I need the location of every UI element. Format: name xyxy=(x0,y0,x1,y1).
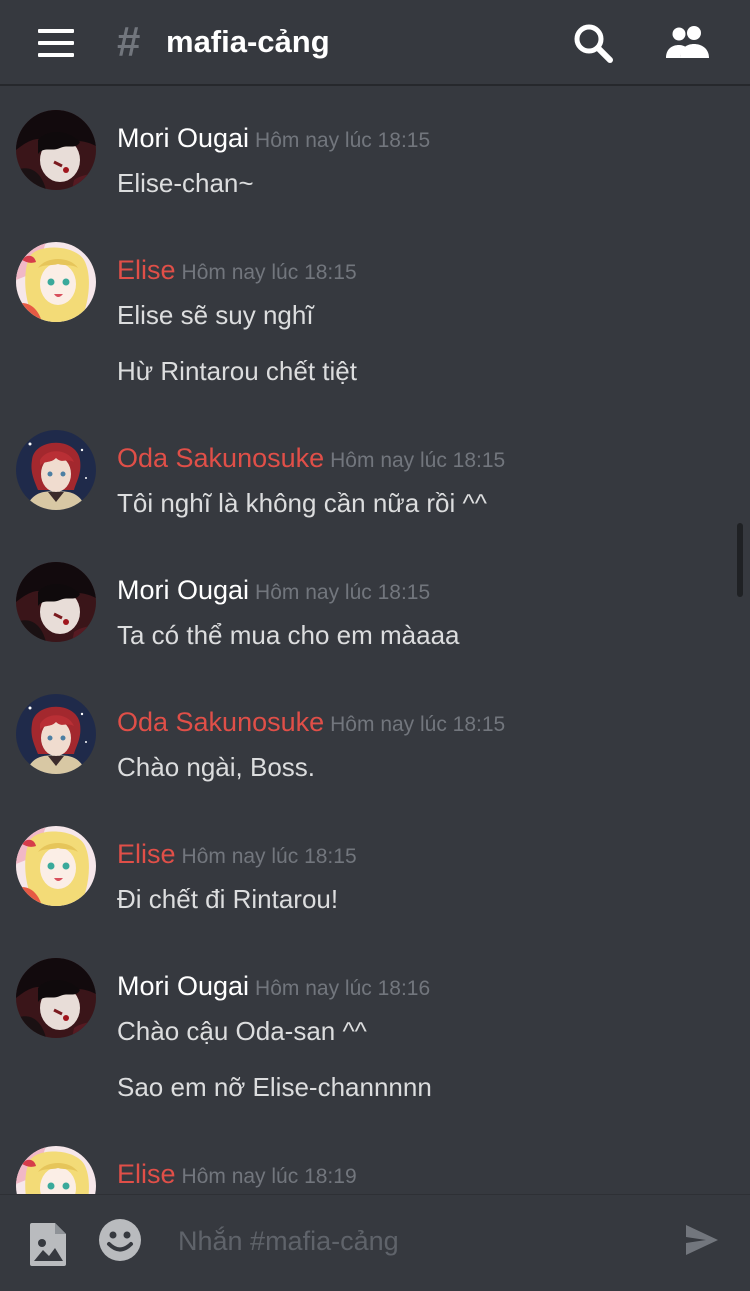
message-text: Chào ngài, Boss. xyxy=(117,752,316,782)
message-text: Elise-chan~ xyxy=(117,168,254,198)
timestamp: Hôm nay lúc 18:15 xyxy=(181,845,357,868)
channel-title: mafia-cảng xyxy=(166,24,330,59)
message-list[interactable]: Mori Ougai Hôm nay lúc 18:15 Elise-chan~ El… xyxy=(0,88,750,1194)
avatar[interactable] xyxy=(16,562,96,642)
author-name[interactable]: Oda Sakunosuke xyxy=(117,443,324,473)
avatar[interactable] xyxy=(16,110,96,190)
hamburger-menu-icon[interactable] xyxy=(38,29,74,57)
members-icon[interactable] xyxy=(664,20,712,66)
message-header: Oda Sakunosuke Hôm nay lúc 18:15 xyxy=(117,440,505,476)
search-icon[interactable] xyxy=(570,20,618,66)
message-text: Hừ Rintarou chết tiệt xyxy=(117,356,357,386)
message-header: Elise Hôm nay lúc 18:19 xyxy=(117,1156,357,1192)
timestamp: Hôm nay lúc 18:15 xyxy=(181,261,357,284)
avatar[interactable] xyxy=(16,958,96,1038)
avatar[interactable] xyxy=(16,826,96,906)
author-name[interactable]: Mori Ougai xyxy=(117,971,249,1001)
channel-header: # mafia-cảng xyxy=(0,0,750,86)
timestamp: Hôm nay lúc 18:19 xyxy=(181,1165,357,1188)
message-text: Sao em nỡ Elise-channnnn xyxy=(117,1072,432,1102)
message-header: Mori Ougai Hôm nay lúc 18:16 xyxy=(117,968,430,1004)
message-header: Elise Hôm nay lúc 18:15 xyxy=(117,252,357,288)
message-header: Oda Sakunosuke Hôm nay lúc 18:15 xyxy=(117,704,505,740)
message-text: Elise sẽ suy nghĩ xyxy=(117,300,314,330)
timestamp: Hôm nay lúc 18:15 xyxy=(255,581,431,604)
timestamp: Hôm nay lúc 18:16 xyxy=(255,977,431,1000)
timestamp: Hôm nay lúc 18:15 xyxy=(330,449,506,472)
emoji-icon[interactable] xyxy=(98,1218,142,1262)
avatar[interactable] xyxy=(16,1146,96,1194)
timestamp: Hôm nay lúc 18:15 xyxy=(255,129,431,152)
message-text: Chào cậu Oda-san ^^ xyxy=(117,1016,367,1046)
avatar[interactable] xyxy=(16,694,96,774)
hash-icon: # xyxy=(117,18,141,65)
scrollbar-thumb[interactable] xyxy=(737,523,743,597)
avatar[interactable] xyxy=(16,242,96,322)
send-icon[interactable] xyxy=(684,1223,720,1257)
author-name[interactable]: Oda Sakunosuke xyxy=(117,707,324,737)
image-icon[interactable] xyxy=(28,1221,68,1267)
message-header: Mori Ougai Hôm nay lúc 18:15 xyxy=(117,572,430,608)
timestamp: Hôm nay lúc 18:15 xyxy=(330,713,506,736)
avatar[interactable] xyxy=(16,430,96,510)
message-text: Đi chết đi Rintarou! xyxy=(117,884,339,914)
author-name[interactable]: Mori Ougai xyxy=(117,575,249,605)
author-name[interactable]: Elise xyxy=(117,255,176,285)
message-text: Ta có thể mua cho em màaaa xyxy=(117,620,460,650)
message-input[interactable] xyxy=(166,1215,666,1267)
message-text: Tôi nghĩ là không cần nữa rồi ^^ xyxy=(117,488,487,518)
message-header: Mori Ougai Hôm nay lúc 18:15 xyxy=(117,120,430,156)
message-composer xyxy=(0,1194,750,1291)
message-header: Elise Hôm nay lúc 18:15 xyxy=(117,836,357,872)
author-name[interactable]: Mori Ougai xyxy=(117,123,249,153)
author-name[interactable]: Elise xyxy=(117,839,176,869)
author-name[interactable]: Elise xyxy=(117,1159,176,1189)
